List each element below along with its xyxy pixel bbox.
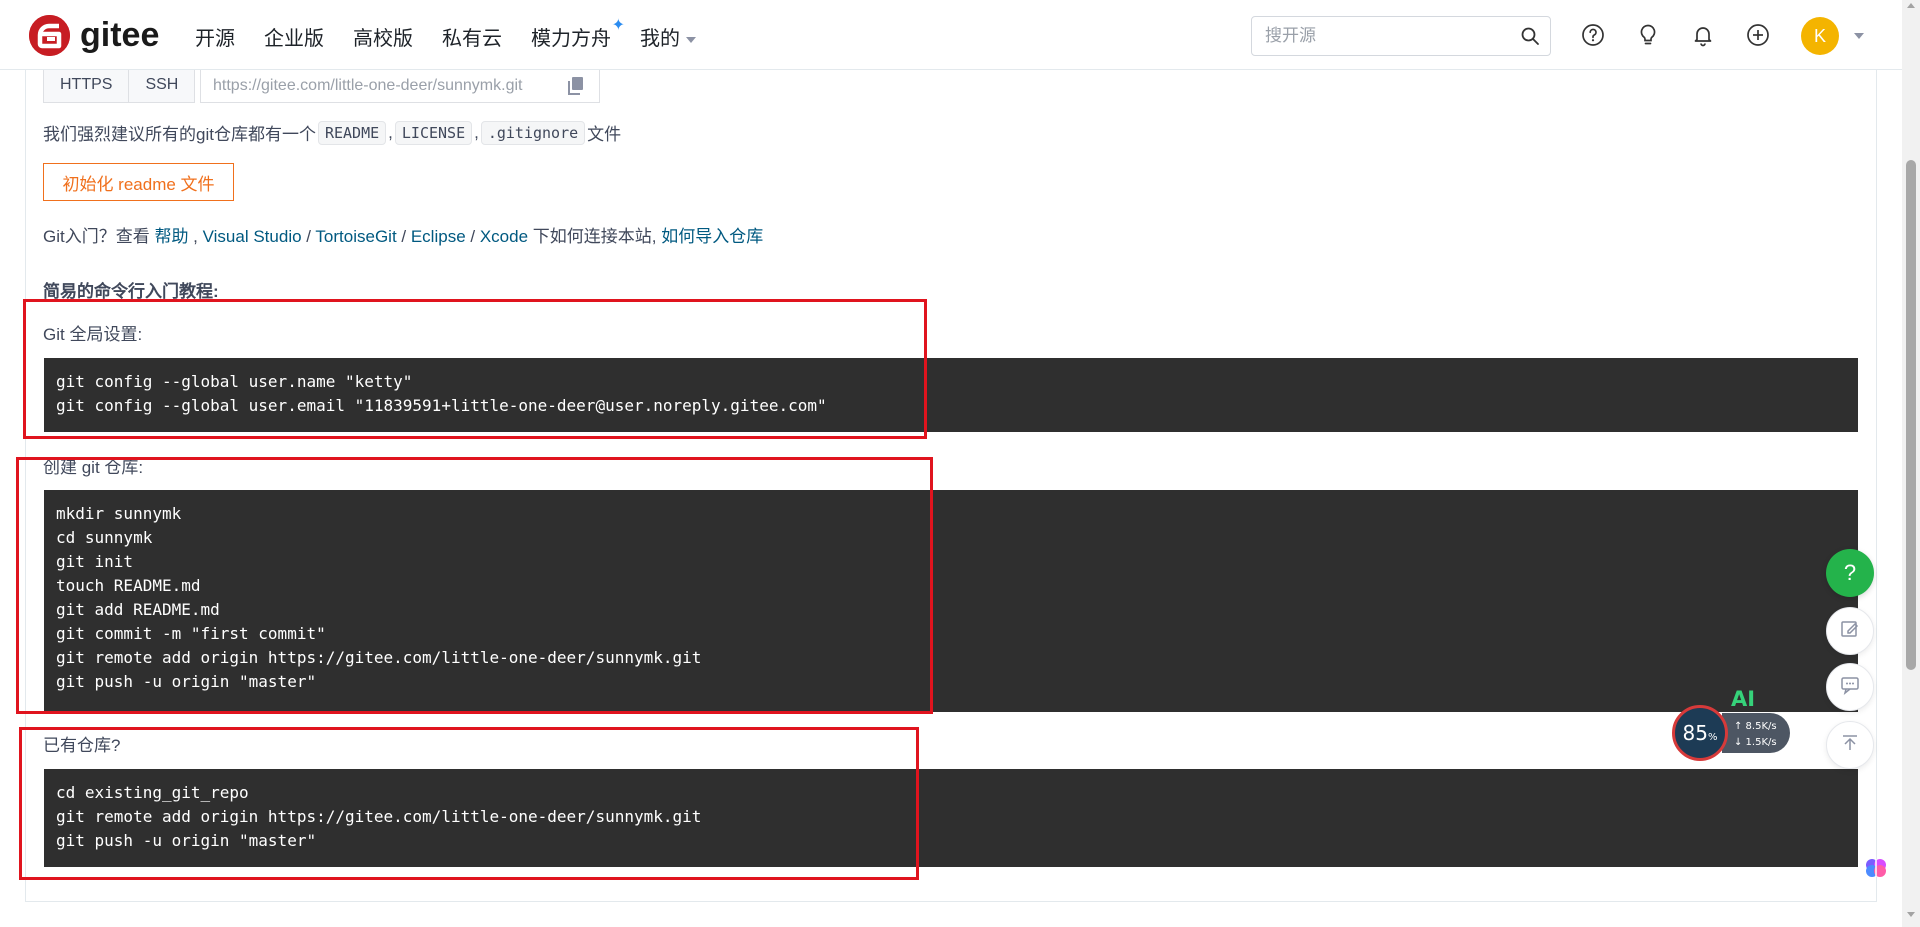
code-line: git remote add origin https://gitee.com/…: [56, 807, 702, 826]
clone-url-text: https://gitee.com/little-one-deer/sunnym…: [213, 77, 523, 94]
lightbulb-icon[interactable]: [1633, 20, 1663, 50]
comment-icon: [1840, 675, 1860, 700]
code-line: cd sunnymk: [56, 528, 153, 547]
float-feedback-button[interactable]: [1826, 607, 1874, 655]
help-circle-icon[interactable]: [1578, 20, 1608, 50]
recommend-prefix: 我们强烈建议所有的git仓库都有一个: [43, 125, 316, 144]
main-nav: 开源 企业版 高校版 私有云 模力方舟 ✦ 我的: [195, 17, 696, 51]
edit-note-icon: [1840, 619, 1860, 644]
search-input[interactable]: [1265, 25, 1515, 47]
code-line: git remote add origin https://gitee.com/…: [56, 648, 702, 667]
tutorial-title: 简易的命令行入门教程:: [43, 282, 219, 301]
git-help-links: Git入门？查看 帮助 , Visual Studio / TortoiseGi…: [43, 222, 763, 247]
nav-item-enterprise[interactable]: 企业版: [264, 22, 324, 51]
code-line: mkdir sunnymk: [56, 504, 182, 523]
clone-protocol-switch: HTTPS SSH: [43, 67, 196, 103]
eclipse-link[interactable]: Eclipse: [411, 227, 466, 246]
ai-brain-icon[interactable]: [1863, 855, 1889, 886]
code-line: git config --global user.email "11839591…: [56, 396, 827, 415]
gitee-logo-icon: [29, 15, 70, 56]
float-help-button[interactable]: ?: [1826, 549, 1874, 597]
gitignore-chip: .gitignore: [480, 120, 586, 145]
back-to-top-icon: [1840, 733, 1860, 758]
code-line: git init: [56, 552, 134, 571]
sparkle-icon: ✦: [611, 17, 625, 34]
code-line: git config --global user.name "ketty": [56, 372, 413, 391]
tortoisegit-link[interactable]: TortoiseGit: [315, 227, 396, 246]
page-scrollbar[interactable]: [1902, 0, 1920, 927]
nav-item-opensource[interactable]: 开源: [195, 22, 235, 51]
code-line: git push -u origin "master": [56, 831, 317, 850]
code-line: touch README.md: [56, 576, 201, 595]
float-back-to-top-button[interactable]: [1826, 721, 1874, 769]
logo-text: gitee: [80, 16, 160, 54]
create-repo-code-block[interactable]: mkdir sunnymk cd sunnymk git init touch …: [44, 490, 1858, 712]
bell-icon[interactable]: [1688, 20, 1718, 50]
recommend-sep1: ,: [388, 122, 393, 142]
https-tab[interactable]: HTTPS: [43, 67, 130, 103]
readme-chip: README: [317, 120, 387, 145]
upload-speed: ↑ 8.5K/s: [1734, 721, 1777, 732]
float-comment-button[interactable]: [1826, 663, 1874, 711]
nav-item-mine-label: 我的: [640, 28, 680, 50]
download-speed: ↓ 1.5K/s: [1734, 737, 1777, 748]
cpu-percent: 85%: [1682, 721, 1718, 745]
links-prefix: Git入门？查看: [43, 227, 155, 246]
init-readme-button[interactable]: 初始化 readme 文件: [43, 163, 234, 201]
caret-down-icon: [686, 36, 696, 43]
nav-item-private-cloud[interactable]: 私有云: [442, 22, 502, 51]
user-avatar[interactable]: K: [1801, 17, 1839, 55]
nav-item-education[interactable]: 高校版: [353, 22, 413, 51]
avatar-caret-down-icon[interactable]: [1854, 33, 1864, 39]
create-repo-label: 创建 git 仓库:: [43, 458, 144, 477]
links-sep1: /: [301, 227, 316, 246]
existing-repo-label: 已有仓库?: [43, 736, 121, 755]
links-sep0: ,: [188, 227, 203, 246]
search-box: [1251, 16, 1551, 56]
code-line: git commit -m "first commit": [56, 624, 326, 643]
clone-url-field[interactable]: https://gitee.com/little-one-deer/sunnym…: [200, 67, 600, 103]
links-middle: 下如何连接本站,: [528, 227, 662, 246]
copy-icon[interactable]: [567, 76, 585, 101]
xcode-link[interactable]: Xcode: [480, 227, 528, 246]
nav-item-mine[interactable]: 我的: [640, 22, 696, 51]
existing-repo-code-block[interactable]: cd existing_git_repo git remote add orig…: [44, 769, 1858, 867]
scroll-up-arrow-icon[interactable]: [1907, 3, 1915, 8]
links-sep2: /: [396, 227, 411, 246]
add-circle-icon[interactable]: [1743, 20, 1773, 50]
code-line: git push -u origin "master": [56, 672, 317, 691]
system-monitor-widget[interactable]: 85% ↑ 8.5K/s ↓ 1.5K/s: [1672, 705, 1792, 761]
top-navbar: gitee 开源 企业版 高校版 私有云 模力方舟 ✦ 我的 K: [0, 0, 1902, 70]
scroll-down-arrow-icon[interactable]: [1907, 912, 1915, 917]
global-config-code-block[interactable]: git config --global user.name "ketty" gi…: [44, 358, 1858, 432]
recommend-suffix: 文件: [587, 125, 622, 144]
help-link[interactable]: 帮助: [154, 227, 188, 246]
code-line: cd existing_git_repo: [56, 783, 249, 802]
global-config-label: Git 全局设置:: [43, 325, 143, 344]
recommend-files-hint: 我们强烈建议所有的git仓库都有一个 README , LICENSE , .g…: [43, 120, 621, 145]
gitee-logo[interactable]: gitee: [29, 15, 159, 56]
import-repo-link[interactable]: 如何导入仓库: [661, 227, 763, 246]
search-icon[interactable]: [1520, 26, 1540, 51]
scrollbar-thumb[interactable]: [1906, 160, 1916, 670]
recommend-sep2: ,: [474, 122, 479, 142]
ssh-tab[interactable]: SSH: [129, 67, 196, 103]
code-line: git add README.md: [56, 600, 220, 619]
license-chip: LICENSE: [394, 120, 473, 145]
visual-studio-link[interactable]: Visual Studio: [203, 227, 302, 246]
links-sep3: /: [465, 227, 480, 246]
nav-item-moli-label: 模力方舟: [531, 28, 611, 50]
nav-item-moli[interactable]: 模力方舟 ✦: [531, 17, 625, 51]
